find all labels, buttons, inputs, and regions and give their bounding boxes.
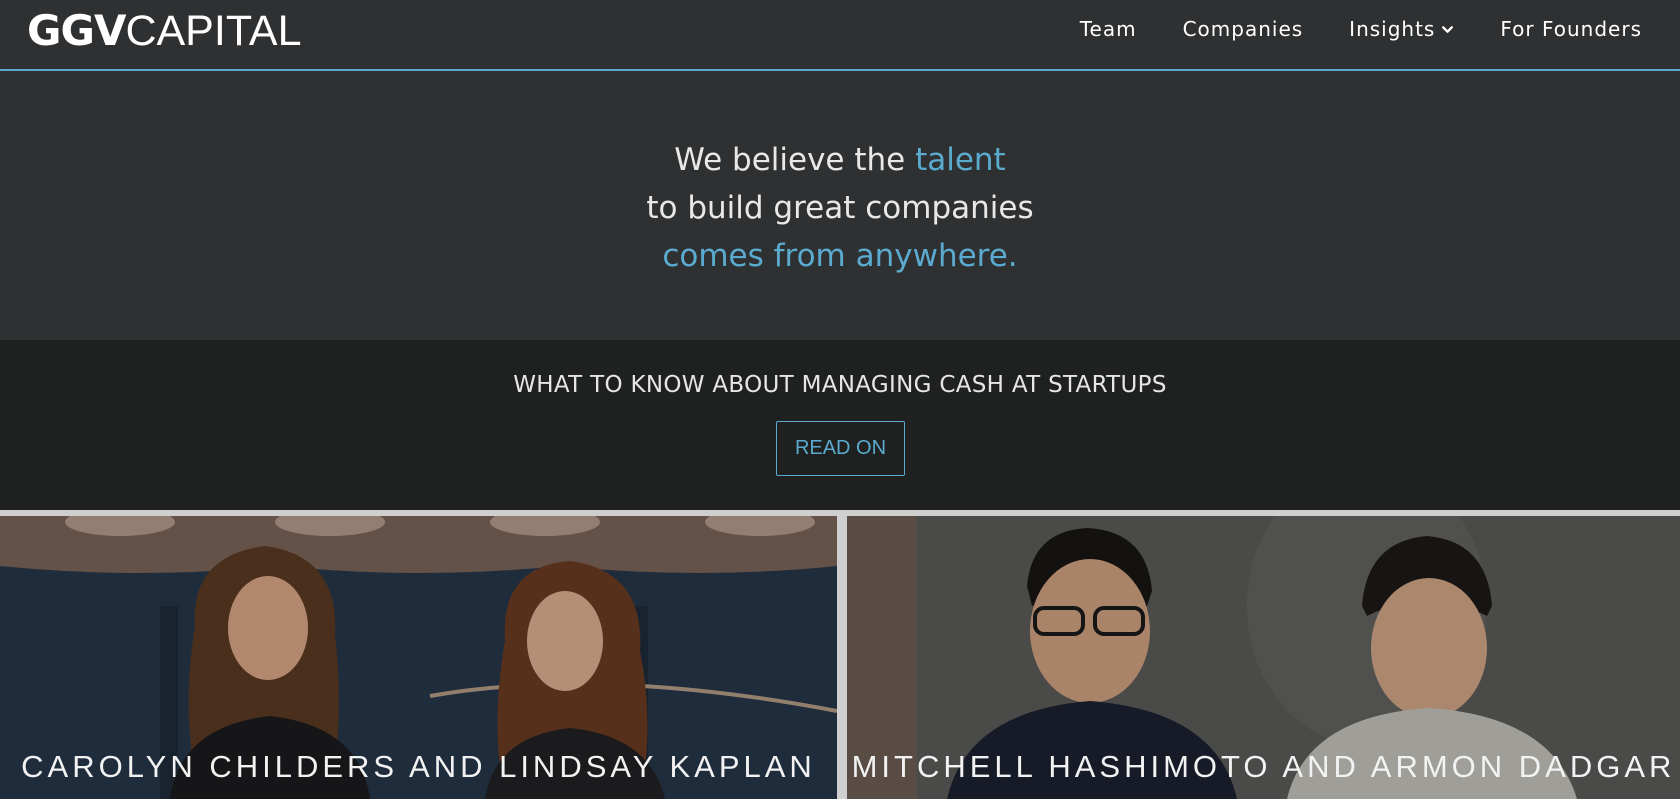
- nav-item-insights[interactable]: Insights: [1349, 17, 1454, 41]
- hero-line-1: We believe the talent: [0, 136, 1680, 184]
- nav-item-companies[interactable]: Companies: [1183, 17, 1304, 41]
- nav-item-label: For Founders: [1500, 17, 1642, 41]
- hero-line-2: to build great companies: [646, 190, 1034, 226]
- founder-card-childers-kaplan[interactable]: CAROLYN CHILDERS AND LINDSAY KAPLAN: [0, 516, 837, 799]
- chevron-down-icon: [1442, 25, 1454, 33]
- logo-bold-text: GGV: [27, 6, 126, 55]
- main-menu: Team Companies Insights For Founders: [1080, 17, 1642, 41]
- founders-caption: CAROLYN CHILDERS AND LINDSAY KAPLAN: [21, 749, 816, 784]
- hero-line-1-prefix: We believe the: [674, 142, 916, 178]
- logo-light-text: CAPITAL: [125, 7, 302, 55]
- hero-line-1-accent: talent: [915, 142, 1006, 178]
- featured-article-banner: WHAT TO KNOW ABOUT MANAGING CASH AT STAR…: [0, 340, 1680, 510]
- hero-section: We believe the talent to build great com…: [0, 71, 1680, 340]
- top-nav: GGVCAPITAL Team Companies Insights For F…: [0, 0, 1680, 71]
- ggv-capital-logo[interactable]: GGVCAPITAL: [27, 6, 302, 55]
- read-on-button[interactable]: READ ON: [776, 421, 905, 476]
- nav-item-team[interactable]: Team: [1080, 17, 1137, 41]
- nav-item-label: Team: [1079, 17, 1137, 41]
- founder-card-hashimoto-dadgar[interactable]: MITCHELL HASHIMOTO AND ARMON DADGAR: [847, 516, 1680, 799]
- nav-item-for-founders[interactable]: For Founders: [1500, 17, 1642, 41]
- featured-article-title[interactable]: WHAT TO KNOW ABOUT MANAGING CASH AT STAR…: [0, 372, 1680, 398]
- card-gutter: [837, 516, 847, 799]
- nav-item-label: Companies: [1182, 17, 1304, 41]
- founders-caption: MITCHELL HASHIMOTO AND ARMON DADGAR: [851, 749, 1676, 784]
- hero-line-3: comes from anywhere.: [662, 238, 1018, 274]
- nav-item-label: Insights: [1349, 17, 1436, 41]
- hero-statement: We believe the talent to build great com…: [0, 136, 1680, 280]
